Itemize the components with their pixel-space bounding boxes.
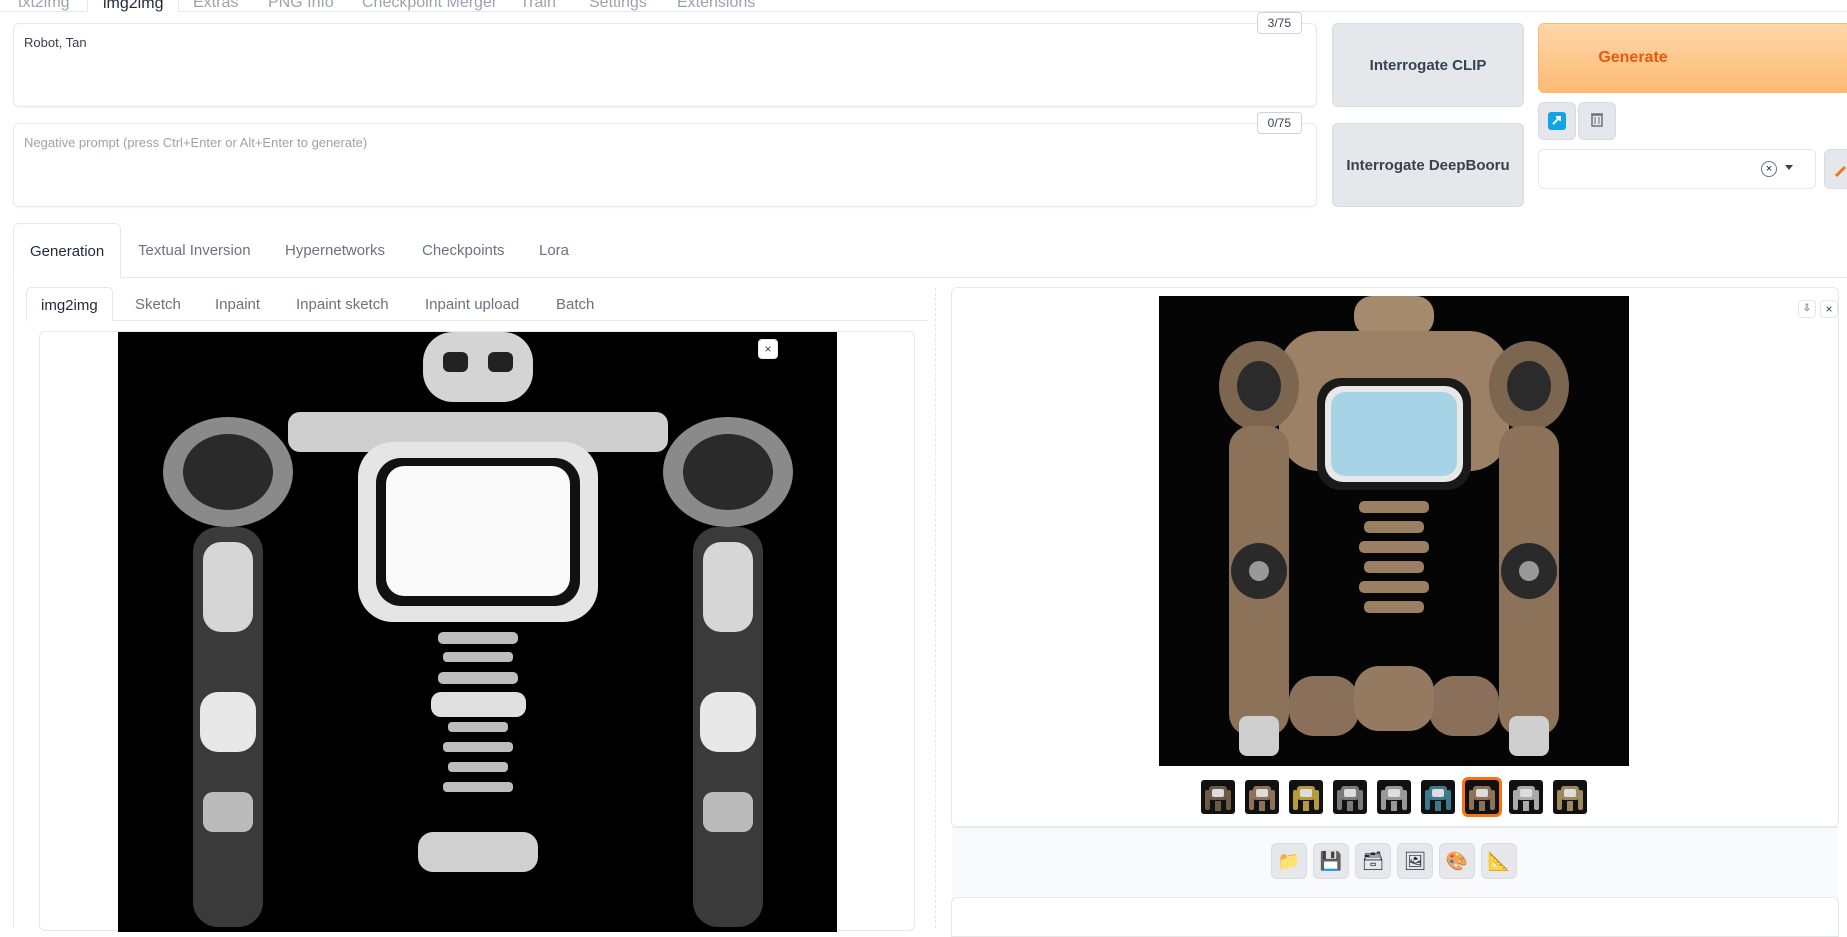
pencil-icon xyxy=(1833,161,1847,184)
paste-parameters-button[interactable] xyxy=(1538,102,1576,140)
gallery-thumbnail[interactable] xyxy=(1289,780,1323,814)
clear-selection-icon[interactable]: × xyxy=(1761,161,1777,177)
styles-dropdown[interactable]: × xyxy=(1538,149,1816,189)
subtab-sketch[interactable]: Sketch xyxy=(135,287,181,321)
download-icon[interactable]: ⇩ xyxy=(1798,300,1816,318)
image-icon: 🖼 xyxy=(1403,850,1427,871)
subtab-inpaint[interactable]: Inpaint xyxy=(215,287,260,321)
subtab-batch[interactable]: Batch xyxy=(556,287,594,321)
tab-lora[interactable]: Lora xyxy=(539,223,569,278)
gallery-thumbnail[interactable] xyxy=(1462,777,1502,817)
interrogate-deepbooru-button[interactable]: Interrogate DeepBooru xyxy=(1332,123,1524,207)
tab-img2img[interactable]: img2img xyxy=(87,0,180,12)
input-image xyxy=(118,332,837,932)
tab-hypernetworks[interactable]: Hypernetworks xyxy=(285,223,385,278)
negative-prompt-input[interactable]: Negative prompt (press Ctrl+Enter or Alt… xyxy=(13,112,1317,207)
clear-input-image-button[interactable]: × xyxy=(758,339,778,359)
generation-info-box xyxy=(951,897,1839,937)
send-to-img2img-button[interactable]: 🖼 xyxy=(1397,843,1433,879)
tab-train[interactable]: Train xyxy=(520,0,556,12)
gallery-thumbnail[interactable] xyxy=(1509,780,1543,814)
close-output-button[interactable]: × xyxy=(1820,300,1838,318)
top-tabs: txt2img img2img Extras PNG Info Checkpoi… xyxy=(0,0,1847,12)
gallery-thumbnail[interactable] xyxy=(1201,780,1235,814)
clear-prompt-button[interactable] xyxy=(1578,102,1616,140)
input-image-area[interactable]: × xyxy=(39,331,915,932)
chevron-down-icon xyxy=(1785,165,1793,170)
tab-extras[interactable]: Extras xyxy=(193,0,238,12)
zip-icon: 🗃 xyxy=(1361,850,1385,871)
prompt-token-counter: 3/75 xyxy=(1256,12,1302,34)
tab-extensions[interactable]: Extensions xyxy=(677,0,755,12)
tab-checkpoints[interactable]: Checkpoints xyxy=(422,223,505,278)
panel-divider xyxy=(935,288,936,928)
tab-generation[interactable]: Generation xyxy=(13,223,122,278)
gallery-thumbnail[interactable] xyxy=(1421,780,1455,814)
trash-icon xyxy=(1588,110,1606,133)
gallery-thumbnail[interactable] xyxy=(1377,780,1411,814)
tab-txt2img[interactable]: txt2img xyxy=(18,0,70,12)
output-panel: ⇩ × xyxy=(951,287,1839,827)
prompt-text: Robot, Tan xyxy=(24,35,87,50)
subtab-img2img[interactable]: img2img xyxy=(26,287,113,321)
tab-textual-inversion[interactable]: Textual Inversion xyxy=(138,223,251,278)
negative-prompt-token-counter: 0/75 xyxy=(1256,112,1302,134)
tab-png-info[interactable]: PNG Info xyxy=(268,0,334,12)
palette-icon: 🎨 xyxy=(1445,850,1469,871)
generate-button[interactable]: Generate xyxy=(1538,23,1847,93)
save-button[interactable]: 💾 xyxy=(1313,843,1349,879)
ruler-icon: 📐 xyxy=(1487,850,1511,871)
gallery-thumbnail[interactable] xyxy=(1245,780,1279,814)
send-to-extras-button[interactable]: 📐 xyxy=(1481,843,1517,879)
save-icon: 💾 xyxy=(1319,850,1343,871)
open-folder-button[interactable]: 📁 xyxy=(1271,843,1307,879)
subtab-inpaint-upload[interactable]: Inpaint upload xyxy=(425,287,519,321)
image-mode-tabs: img2img Sketch Inpaint Inpaint sketch In… xyxy=(26,287,928,321)
send-to-inpaint-button[interactable]: 🎨 xyxy=(1439,843,1475,879)
subtab-inpaint-sketch[interactable]: Inpaint sketch xyxy=(296,287,389,321)
prompt-input[interactable]: Robot, Tan 3/75 xyxy=(13,12,1317,107)
gallery-thumbnail[interactable] xyxy=(1333,780,1367,814)
main-tabs: Generation Textual Inversion Hypernetwor… xyxy=(13,223,1847,278)
zip-button[interactable]: 🗃 xyxy=(1355,843,1391,879)
arrow-icon xyxy=(1548,112,1566,130)
negative-prompt-placeholder: Negative prompt (press Ctrl+Enter or Alt… xyxy=(24,135,368,150)
folder-icon: 📁 xyxy=(1277,850,1301,871)
tab-settings[interactable]: Settings xyxy=(589,0,647,12)
gallery-thumbnail[interactable] xyxy=(1553,780,1587,814)
interrogate-clip-button[interactable]: Interrogate CLIP xyxy=(1332,23,1524,107)
tab-checkpoint-merger[interactable]: Checkpoint Merger xyxy=(362,0,497,12)
edit-styles-button[interactable] xyxy=(1824,149,1847,189)
output-image[interactable] xyxy=(1159,296,1629,766)
